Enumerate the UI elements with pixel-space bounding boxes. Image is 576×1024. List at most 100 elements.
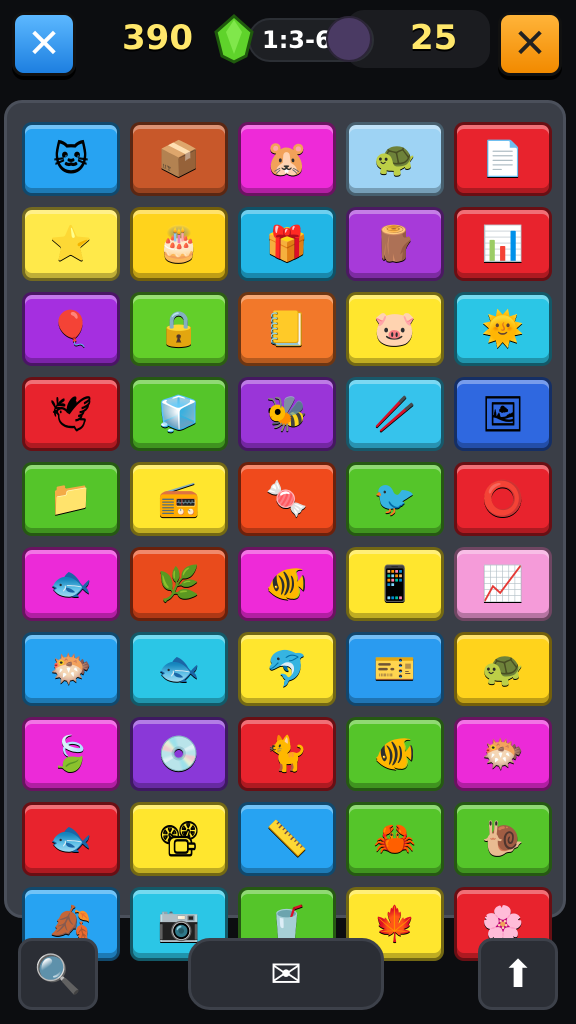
cube-icon: 🧊 [157, 394, 201, 434]
tile[interactable]: 🐱 [22, 122, 120, 196]
candy-wrapper-icon: 🍬 [265, 479, 309, 519]
tile[interactable]: 📊 [454, 207, 552, 281]
orange-fish-icon: 🐡 [49, 649, 93, 689]
gift-box-icon: 🎁 [265, 224, 309, 264]
blue-fish-icon: 🐟 [49, 564, 93, 604]
padlock-icon: 🔒 [157, 309, 201, 349]
tile[interactable]: 🐬 [238, 632, 336, 706]
tile[interactable]: 📽 [130, 802, 228, 876]
tile[interactable]: 🎂 [130, 207, 228, 281]
red-fish-icon: 🐟 [49, 819, 93, 859]
tile[interactable]: 📻 [130, 462, 228, 536]
hamster-icon: 🐹 [265, 139, 309, 179]
tile[interactable]: 🐠 [238, 547, 336, 621]
close-icon: ✕ [27, 21, 61, 67]
tile[interactable]: 🌞 [454, 292, 552, 366]
bar-chart-icon: 📊 [481, 224, 525, 264]
goldfish-icon: 🐠 [373, 734, 417, 774]
snail-icon: 🐌 [481, 819, 525, 859]
tile[interactable]: 🐟 [22, 547, 120, 621]
star-card-icon: ⭐ [49, 224, 93, 264]
bee-icon: 🐝 [265, 394, 309, 434]
tile[interactable]: 📁 [22, 462, 120, 536]
crab-icon: 🦀 [373, 819, 417, 859]
pink-disc-icon: 💿 [157, 734, 201, 774]
tile[interactable]: 🧊 [130, 377, 228, 451]
tile[interactable]: 🕊 [22, 377, 120, 451]
orange-cat-icon: 🐈 [265, 734, 309, 774]
tile[interactable]: 📈 [454, 547, 552, 621]
tile[interactable]: 🐌 [454, 802, 552, 876]
pink-blob-fish-icon: 🐡 [481, 734, 525, 774]
tile[interactable]: ⭐ [22, 207, 120, 281]
tile[interactable]: 🐷 [346, 292, 444, 366]
tile[interactable]: 🥢 [346, 377, 444, 451]
tile[interactable]: 🍃 [22, 717, 120, 791]
tile[interactable]: 🌿 [130, 547, 228, 621]
tile[interactable]: 🐦 [346, 462, 444, 536]
close-icon: ✕ [513, 21, 547, 67]
tile-grid: 🐱 📦 🐹 🐢 📄 ⭐ 🎂 🎁 🪵 📊 🎈 🔒 📒 🐷 🌞 🕊 🧊 🐝 🥢 🖼 📁 📻 🍬 🐦 ⭕ 🐟 🌿 🐠 📱 📈 🐡 🐟 🐬 🎫 🐢 🍃 💿 🐈 🐠 🐡… [22, 122, 554, 961]
mail-icon: ✉ [270, 952, 302, 996]
box-icon: 📦 [157, 139, 201, 179]
search-icon: 🔍 [34, 951, 82, 996]
ring-target-icon: ⭕ [481, 479, 525, 519]
tile[interactable]: ⭕ [454, 462, 552, 536]
timer-orb [326, 16, 372, 62]
tile[interactable]: 🐡 [454, 717, 552, 791]
color-bars-icon: 📈 [481, 564, 525, 604]
cake-icon: 🎂 [157, 224, 201, 264]
upload-icon: ⬆ [502, 952, 534, 996]
tile[interactable]: 🪵 [346, 207, 444, 281]
tile[interactable]: 🎫 [346, 632, 444, 706]
balloon-icon: 🎈 [49, 309, 93, 349]
radio-icon: 📻 [157, 479, 201, 519]
leaf-branch-icon: 🌿 [157, 564, 201, 604]
turtle-icon: 🐢 [373, 139, 417, 179]
purple-bird-icon: 🐦 [373, 479, 417, 519]
tile[interactable]: 🐠 [346, 717, 444, 791]
fire-log-icon: 🪵 [373, 224, 417, 264]
tile[interactable]: 💿 [130, 717, 228, 791]
tile[interactable]: 📦 [130, 122, 228, 196]
close-button-left[interactable]: ✕ [12, 12, 76, 76]
tile[interactable]: 🍬 [238, 462, 336, 536]
cat-face-icon: 🐱 [53, 139, 89, 179]
tile[interactable]: 🐢 [346, 122, 444, 196]
green-gem-icon [214, 14, 254, 64]
search-button[interactable]: 🔍 [18, 938, 98, 1010]
notebook-icon: 📒 [265, 309, 309, 349]
tile[interactable]: 🐹 [238, 122, 336, 196]
document-icon: 📄 [481, 139, 525, 179]
pink-fish-icon: 🐠 [265, 564, 309, 604]
tile[interactable]: 🔒 [130, 292, 228, 366]
picture-frame-icon: 🖼 [481, 394, 525, 434]
tile[interactable]: 🎁 [238, 207, 336, 281]
sun-gear-icon: 🌞 [481, 309, 525, 349]
tile[interactable]: 🐢 [454, 632, 552, 706]
tile[interactable]: 🐝 [238, 377, 336, 451]
tile[interactable]: 📱 [346, 547, 444, 621]
tile[interactable]: 📏 [238, 802, 336, 876]
tile[interactable]: 🖼 [454, 377, 552, 451]
mail-button[interactable]: ✉ [188, 938, 384, 1010]
green-leaf-icon: 🍃 [49, 734, 93, 774]
tile[interactable]: 🎈 [22, 292, 120, 366]
tile[interactable]: 🐟 [130, 632, 228, 706]
counter-value: 25 [410, 18, 458, 58]
folder-sign-icon: 📁 [49, 479, 93, 519]
tile[interactable]: 🐟 [22, 802, 120, 876]
green-turtle-icon: 🐢 [481, 649, 525, 689]
tile[interactable]: 📄 [454, 122, 552, 196]
tile[interactable]: 📒 [238, 292, 336, 366]
tile[interactable]: 🐡 [22, 632, 120, 706]
tile[interactable]: 🦀 [346, 802, 444, 876]
tile[interactable]: 🐈 [238, 717, 336, 791]
close-button-right[interactable]: ✕ [498, 12, 562, 76]
hud-bar: ✕ 390 1:3-6 25 ✕ [0, 0, 576, 90]
blue-fish-icon: 🐬 [265, 649, 309, 689]
ticket-icon: 🎫 [373, 649, 417, 689]
timer-text: 1:3-6 [262, 26, 332, 54]
upload-button[interactable]: ⬆ [478, 938, 558, 1010]
tablet-icon: 📱 [373, 564, 417, 604]
